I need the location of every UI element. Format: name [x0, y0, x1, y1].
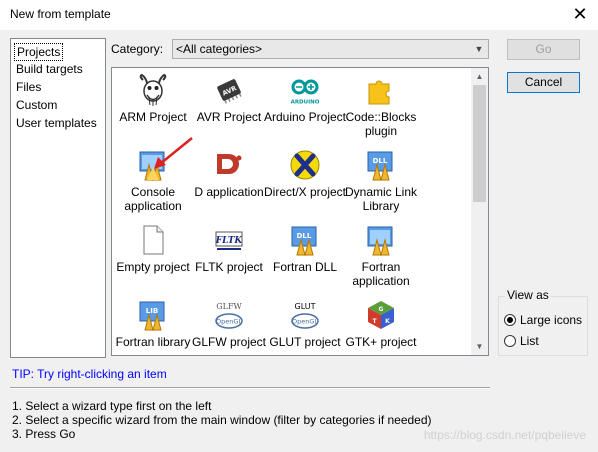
annotation-arrow-icon [154, 137, 193, 169]
svg-text:K: K [385, 318, 390, 325]
gnu-gnome-icon [139, 74, 167, 106]
tip-text: TIP: Try right-clicking an item [12, 367, 167, 381]
wizard-item-fortran-library[interactable]: LIB Fortran library [115, 295, 191, 355]
instructions: 1. Select a wizard type first on the lef… [12, 399, 432, 441]
wizard-item-fortran-application[interactable]: Fortran application [343, 220, 419, 295]
go-button[interactable]: Go [507, 39, 580, 60]
title-bar: New from template ✕ [0, 0, 598, 30]
wizard-label: GLFW project [191, 335, 266, 349]
category-dropdown[interactable]: <All categories> ▼ [172, 39, 489, 59]
wizard-item-codeblocks-plugin[interactable]: Code::Blocks plugin [343, 70, 419, 145]
wizard-label: Console application [124, 185, 182, 213]
close-icon[interactable]: ✕ [570, 4, 590, 24]
wizard-grid-scrollbar[interactable]: ▲ ▼ [471, 68, 488, 355]
d-language-icon [217, 154, 242, 174]
fortran-lib-icon: LIB [139, 301, 165, 331]
glut-opengl-icon: GLUT OpenGL [291, 302, 319, 329]
wizard-item-fltk-project[interactable]: FLTK FLTK project [191, 220, 267, 295]
wizard-item-fortran-dll[interactable]: DLL Fortran DLL [267, 220, 343, 295]
wizard-label: Empty project [116, 260, 190, 274]
category-dropdown-value: <All categories> [176, 42, 263, 56]
wizard-label: Fortran DLL [272, 260, 338, 274]
wizard-label: Fortran library [115, 335, 191, 349]
wizard-label: FLTK project [195, 260, 263, 274]
instruction-step-3: 3. Press Go [12, 427, 76, 441]
wizard-item-glut-project[interactable]: GLUT OpenGL GLUT project [267, 295, 343, 355]
category-item-custom[interactable]: Custom [14, 97, 59, 113]
wizard-item-gtk-project[interactable]: G T K GTK+ project [343, 295, 419, 355]
window-title: New from template [10, 7, 111, 21]
arduino-logo-icon: ARDUINO [291, 79, 320, 106]
wizard-category-list[interactable]: Projects Build targets Files Custom User… [10, 38, 106, 358]
svg-text:GLFW: GLFW [216, 302, 242, 311]
category-item-files[interactable]: Files [14, 79, 43, 95]
wizard-label: GLUT project [269, 335, 341, 349]
category-item-build-targets[interactable]: Build targets [14, 61, 85, 77]
scrollbar-thumb[interactable] [473, 85, 486, 202]
category-item-user-templates[interactable]: User templates [14, 115, 99, 131]
wizard-label: GTK+ project [345, 335, 417, 349]
directx-icon [290, 150, 320, 180]
watermark-text: https://blog.csdn.net/pqbelieve [423, 428, 586, 442]
fortran-app-icon [367, 226, 393, 256]
blank-page-icon [143, 225, 164, 255]
wizard-label: Dynamic Link Library [344, 185, 418, 213]
chevron-down-icon[interactable]: ▼ [473, 42, 485, 56]
wizard-item-d-application[interactable]: D application [191, 145, 267, 220]
wizard-label: D application [194, 185, 264, 199]
wizard-item-avr-project[interactable]: AVR AVR Project [191, 70, 267, 145]
svg-text:DLL: DLL [297, 232, 312, 240]
wizard-label: AVR Project [196, 110, 262, 124]
wizard-label: Code::Blocks plugin [345, 110, 417, 138]
large-icons-label[interactable]: Large icons [520, 313, 582, 327]
wizard-item-arduino-project[interactable]: ARDUINO Arduino Project [264, 70, 346, 145]
wizard-item-directx-project[interactable]: Direct/X project [264, 145, 346, 220]
fortran-dll-icon: DLL [291, 226, 317, 256]
wizard-item-empty-project[interactable]: Empty project [115, 220, 191, 295]
svg-text:G: G [379, 306, 384, 313]
category-item-projects[interactable]: Projects [14, 43, 64, 61]
wizard-grid[interactable]: ARM Project AVR AVR Project ARDUINO Ardu… [111, 67, 489, 356]
instruction-step-1: 1. Select a wizard type first on the lef… [12, 399, 212, 413]
svg-text:ARDUINO: ARDUINO [291, 100, 320, 106]
divider [10, 387, 490, 389]
wizard-label: ARM Project [119, 110, 187, 124]
svg-text:FLTK: FLTK [215, 236, 244, 246]
fltk-icon: FLTK [215, 231, 244, 250]
cancel-button[interactable]: Cancel [507, 72, 580, 93]
wizard-label: Arduino Project [263, 110, 347, 124]
view-as-legend: View as [505, 288, 551, 302]
instruction-step-2: 2. Select a specific wizard from the mai… [12, 413, 432, 427]
wizard-item-dynamic-link-library[interactable]: DLL Dynamic Link Library [343, 145, 419, 220]
view-as-group: View as Large icons List [498, 288, 588, 356]
glfw-opengl-icon: GLFW OpenGL [215, 302, 243, 329]
svg-text:DLL: DLL [373, 157, 388, 165]
category-label: Category: [111, 42, 164, 56]
list-radio[interactable] [504, 335, 516, 347]
wizard-item-glfw-project[interactable]: GLFW OpenGL GLFW project [191, 295, 267, 355]
svg-text:OpenGL: OpenGL [292, 318, 318, 326]
scroll-down-icon[interactable]: ▼ [471, 338, 488, 355]
dll-shell-icon: DLL [367, 151, 393, 181]
wizard-label: Fortran application [352, 260, 410, 288]
scroll-up-icon[interactable]: ▲ [471, 68, 488, 85]
list-label[interactable]: List [520, 334, 539, 348]
puzzle-piece-icon [368, 80, 390, 105]
wizard-label: Direct/X project [263, 185, 347, 199]
large-icons-radio[interactable] [504, 314, 516, 326]
avr-chip-icon: AVR [217, 79, 242, 104]
gtk-cube-icon: G T K [368, 301, 394, 329]
svg-text:GLUT: GLUT [295, 302, 316, 311]
svg-text:LIB: LIB [146, 307, 158, 315]
svg-text:OpenGL: OpenGL [216, 318, 242, 326]
